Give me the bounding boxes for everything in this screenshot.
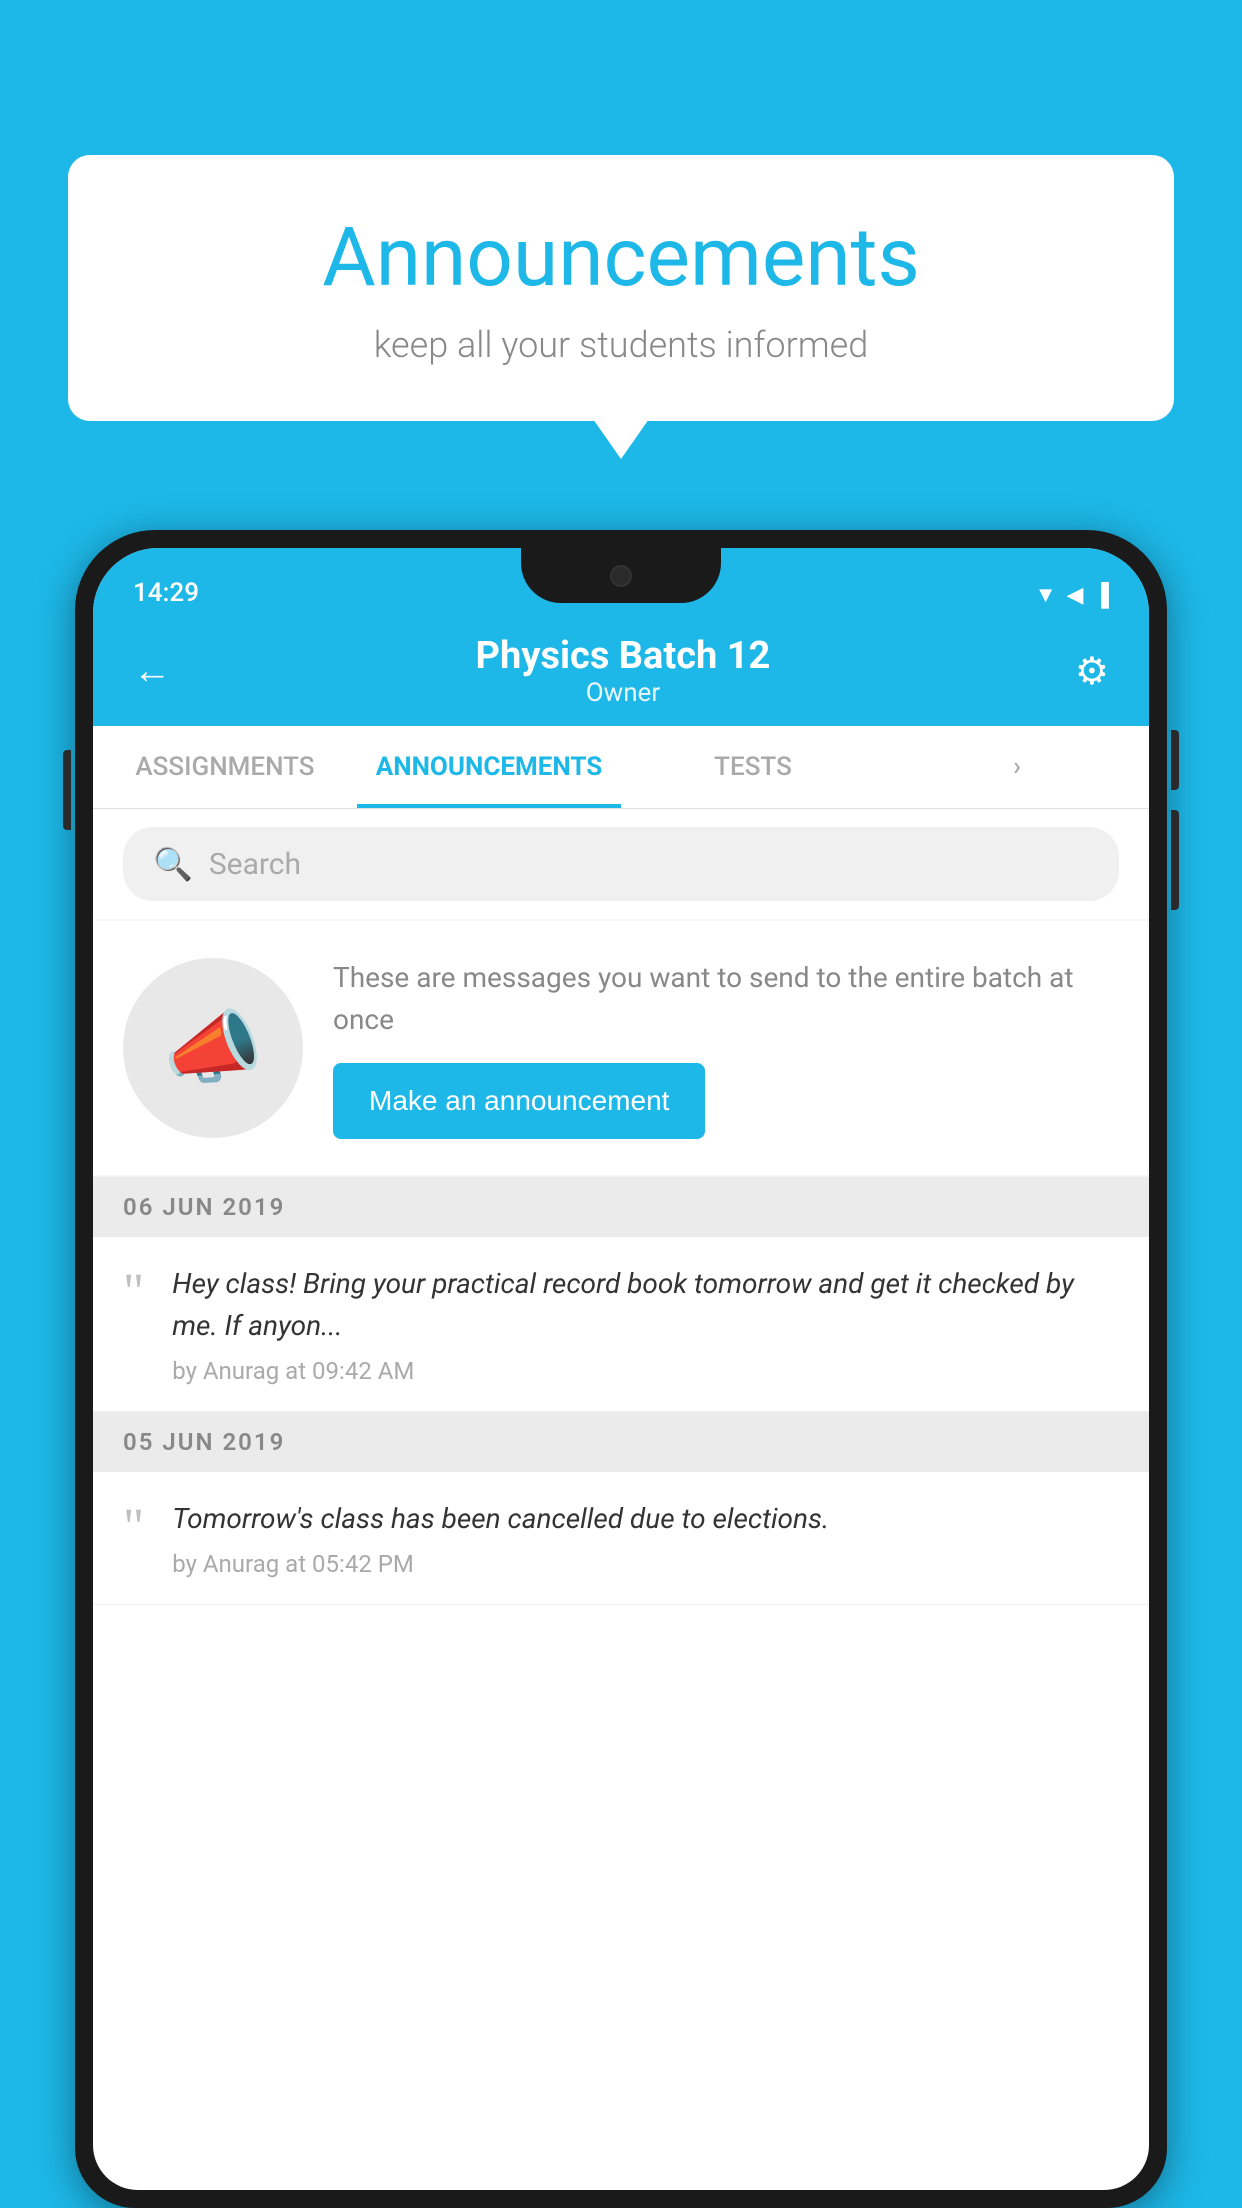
- search-icon: 🔍: [153, 845, 193, 883]
- content-area: 🔍 Search 📣 These are messages you want t…: [93, 809, 1149, 1605]
- announcement-text-1: Hey class! Bring your practical record b…: [172, 1263, 1119, 1347]
- announcement-text-2: Tomorrow's class has been cancelled due …: [172, 1498, 1119, 1540]
- power-button-lower: [1171, 810, 1179, 910]
- tabs-bar: ASSIGNMENTS ANNOUNCEMENTS TESTS ›: [93, 726, 1149, 809]
- announcement-meta-1: by Anurag at 09:42 AM: [172, 1357, 1119, 1385]
- power-button: [1171, 730, 1179, 790]
- search-container: 🔍 Search: [93, 809, 1149, 919]
- announcement-item-2[interactable]: " Tomorrow's class has been cancelled du…: [93, 1472, 1149, 1605]
- quote-icon-2: ": [123, 1502, 144, 1554]
- date-label-1: 06 JUN 2019: [123, 1193, 285, 1221]
- phone-frame: 14:29 ▼ ◀ ▐ ← Physics Batch 12 Owner ⚙ A…: [75, 530, 1167, 2208]
- tab-announcements[interactable]: ANNOUNCEMENTS: [357, 726, 621, 808]
- quote-icon-1: ": [123, 1267, 144, 1319]
- announcement-content-2: Tomorrow's class has been cancelled due …: [172, 1498, 1119, 1578]
- speech-bubble-container: Announcements keep all your students inf…: [68, 155, 1174, 421]
- announcement-content-1: Hey class! Bring your practical record b…: [172, 1263, 1119, 1385]
- promo-icon-circle: 📣: [123, 958, 303, 1138]
- megaphone-icon: 📣: [163, 1001, 263, 1095]
- tab-more[interactable]: ›: [885, 726, 1149, 808]
- speech-bubble: Announcements keep all your students inf…: [68, 155, 1174, 421]
- announcement-item-1[interactable]: " Hey class! Bring your practical record…: [93, 1237, 1149, 1412]
- header-center: Physics Batch 12 Owner: [171, 634, 1075, 708]
- wifi-icon: ▼: [1035, 582, 1057, 608]
- tab-tests[interactable]: TESTS: [621, 726, 885, 808]
- announcement-meta-2: by Anurag at 05:42 PM: [172, 1550, 1119, 1578]
- volume-button: [63, 750, 71, 830]
- search-placeholder: Search: [209, 847, 301, 882]
- bubble-title: Announcements: [128, 210, 1114, 306]
- date-label-2: 05 JUN 2019: [123, 1428, 285, 1456]
- phone-notch: [521, 548, 721, 603]
- signal-icon: ◀: [1066, 583, 1083, 608]
- make-announcement-button[interactable]: Make an announcement: [333, 1063, 705, 1139]
- phone-screen: 14:29 ▼ ◀ ▐ ← Physics Batch 12 Owner ⚙ A…: [93, 548, 1149, 2190]
- date-separator-2: 05 JUN 2019: [93, 1412, 1149, 1472]
- bubble-subtitle: keep all your students informed: [128, 324, 1114, 366]
- promo-content: These are messages you want to send to t…: [333, 957, 1119, 1139]
- promo-description: These are messages you want to send to t…: [333, 957, 1119, 1041]
- search-box[interactable]: 🔍 Search: [123, 827, 1119, 901]
- date-separator-1: 06 JUN 2019: [93, 1177, 1149, 1237]
- back-button[interactable]: ←: [133, 649, 171, 693]
- header-subtitle: Owner: [171, 678, 1075, 708]
- header-title: Physics Batch 12: [171, 634, 1075, 678]
- status-icons: ▼ ◀ ▐: [1035, 582, 1109, 608]
- camera-dot: [610, 565, 632, 587]
- battery-icon: ▐: [1093, 582, 1109, 608]
- promo-section: 📣 These are messages you want to send to…: [93, 921, 1149, 1175]
- tab-assignments[interactable]: ASSIGNMENTS: [93, 726, 357, 808]
- settings-button[interactable]: ⚙: [1075, 649, 1109, 694]
- app-header: ← Physics Batch 12 Owner ⚙: [93, 616, 1149, 726]
